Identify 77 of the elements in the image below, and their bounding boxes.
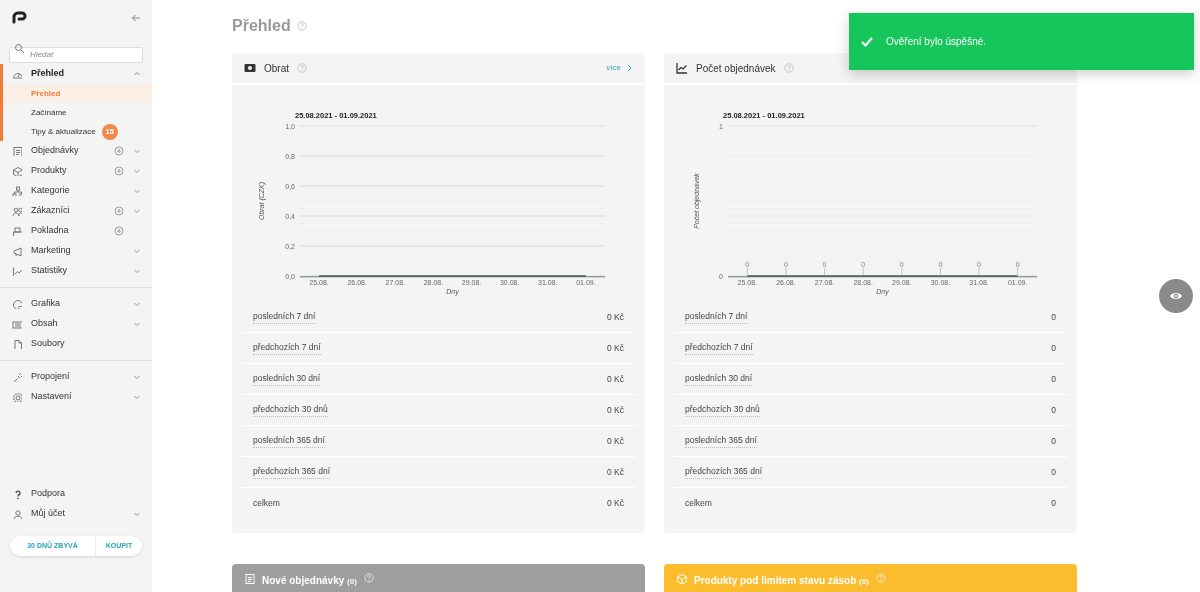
gear-icon	[12, 392, 22, 402]
keyboard-icon	[12, 319, 22, 329]
help-icon[interactable]	[783, 63, 794, 73]
sidebar-item[interactable]: Kategorie	[0, 181, 152, 201]
sidebar-item[interactable]: Přehled	[0, 64, 152, 84]
stat-label: předchozích 30 dnů	[253, 403, 328, 417]
search-field[interactable]: Hledat	[9, 46, 143, 63]
stat-value: 0 Kč	[607, 497, 624, 510]
receipt-icon	[12, 146, 22, 156]
megaphone-icon	[12, 246, 22, 256]
sidebar-item[interactable]: Podpora	[0, 484, 152, 504]
receipt-icon	[244, 573, 255, 584]
sidebar-subitem[interactable]: Tipy & aktualizace 15	[0, 122, 152, 141]
banknote-icon	[244, 62, 256, 74]
sidebar-subitem[interactable]: Začínáme	[0, 103, 152, 122]
stat-value: 0	[1051, 434, 1056, 448]
search-icon	[14, 43, 24, 53]
card-title: Obrat	[264, 61, 289, 76]
sidebar-item[interactable]: Pokladna	[0, 221, 152, 241]
toast-message: Ověření bylo úspěšné.	[886, 35, 987, 49]
back-arrow-icon[interactable]	[130, 12, 142, 24]
stat-value: 0 Kč	[607, 341, 624, 355]
sidebar-item[interactable]: Můj účet	[0, 504, 152, 524]
stat-label: posledních 365 dní	[253, 434, 325, 448]
preview-button[interactable]	[1159, 279, 1193, 313]
notification-badge: 15	[101, 123, 118, 140]
add-icon[interactable]	[114, 206, 124, 216]
panel-title: Nové objednávky (0)	[262, 574, 357, 588]
sidebar-item[interactable]: Grafika	[0, 294, 152, 314]
add-icon[interactable]	[114, 166, 124, 176]
stat-value: 0 Kč	[607, 434, 624, 448]
user-icon	[12, 509, 22, 519]
stat-label: celkem	[253, 497, 280, 510]
page-title: Přehled	[232, 16, 291, 36]
stat-label: celkem	[685, 497, 712, 510]
stat-value: 0 Kč	[607, 465, 624, 479]
stat-label: předchozích 30 dnů	[685, 403, 760, 417]
sidebar-item[interactable]: Obsah	[0, 314, 152, 334]
stat-label: posledních 30 dní	[253, 372, 321, 386]
box-icon	[12, 166, 22, 176]
stat-value: 0	[1051, 341, 1056, 355]
stat-label: posledních 365 dní	[685, 434, 757, 448]
stat-value: 0 Kč	[607, 372, 624, 386]
line-chart-icon	[676, 62, 688, 74]
stat-value: 0	[1051, 403, 1056, 417]
stat-value: 0 Kč	[607, 403, 624, 417]
sidebar-item[interactable]: Nastavení	[0, 387, 152, 407]
chevron-right-icon	[625, 63, 633, 73]
stat-value: 0	[1051, 310, 1056, 324]
stat-label: předchozích 365 dní	[685, 465, 763, 479]
box-icon	[676, 573, 687, 584]
people-icon	[12, 206, 22, 216]
sidebar-item[interactable]: Zákazníci	[0, 201, 152, 221]
stat-label: předchozích 7 dní	[253, 341, 321, 355]
sidebar-item[interactable]: Objednávky	[0, 141, 152, 161]
add-icon[interactable]	[114, 146, 124, 156]
help-icon[interactable]	[296, 20, 308, 32]
sidebar-item[interactable]: Propojení	[0, 367, 152, 387]
sidebar-item[interactable]: Soubory	[0, 334, 152, 354]
add-icon[interactable]	[114, 226, 124, 236]
sidebar-item[interactable]: Statistiky	[0, 261, 152, 281]
logo-icon	[12, 10, 28, 26]
stat-label: posledních 7 dní	[685, 310, 748, 324]
stat-label: posledních 7 dní	[253, 310, 316, 324]
sidebar-item[interactable]: Marketing	[0, 241, 152, 261]
panel-title: Produkty pod limitem stavu zásob (0)	[694, 574, 869, 588]
stat-value: 0	[1051, 372, 1056, 386]
sidebar-item[interactable]: Produkty	[0, 161, 152, 181]
stat-value: 0 Kč	[607, 310, 624, 324]
stat-value: 0	[1051, 497, 1056, 510]
card-title: Počet objednávek	[696, 61, 776, 76]
stat-label: posledních 30 dní	[685, 372, 753, 386]
stat-label: předchozích 7 dní	[685, 341, 753, 355]
stat-value: 0	[1051, 465, 1056, 479]
stat-label: předchozích 365 dní	[253, 465, 331, 479]
line-chart-icon	[12, 266, 22, 276]
help-icon[interactable]	[297, 63, 307, 73]
